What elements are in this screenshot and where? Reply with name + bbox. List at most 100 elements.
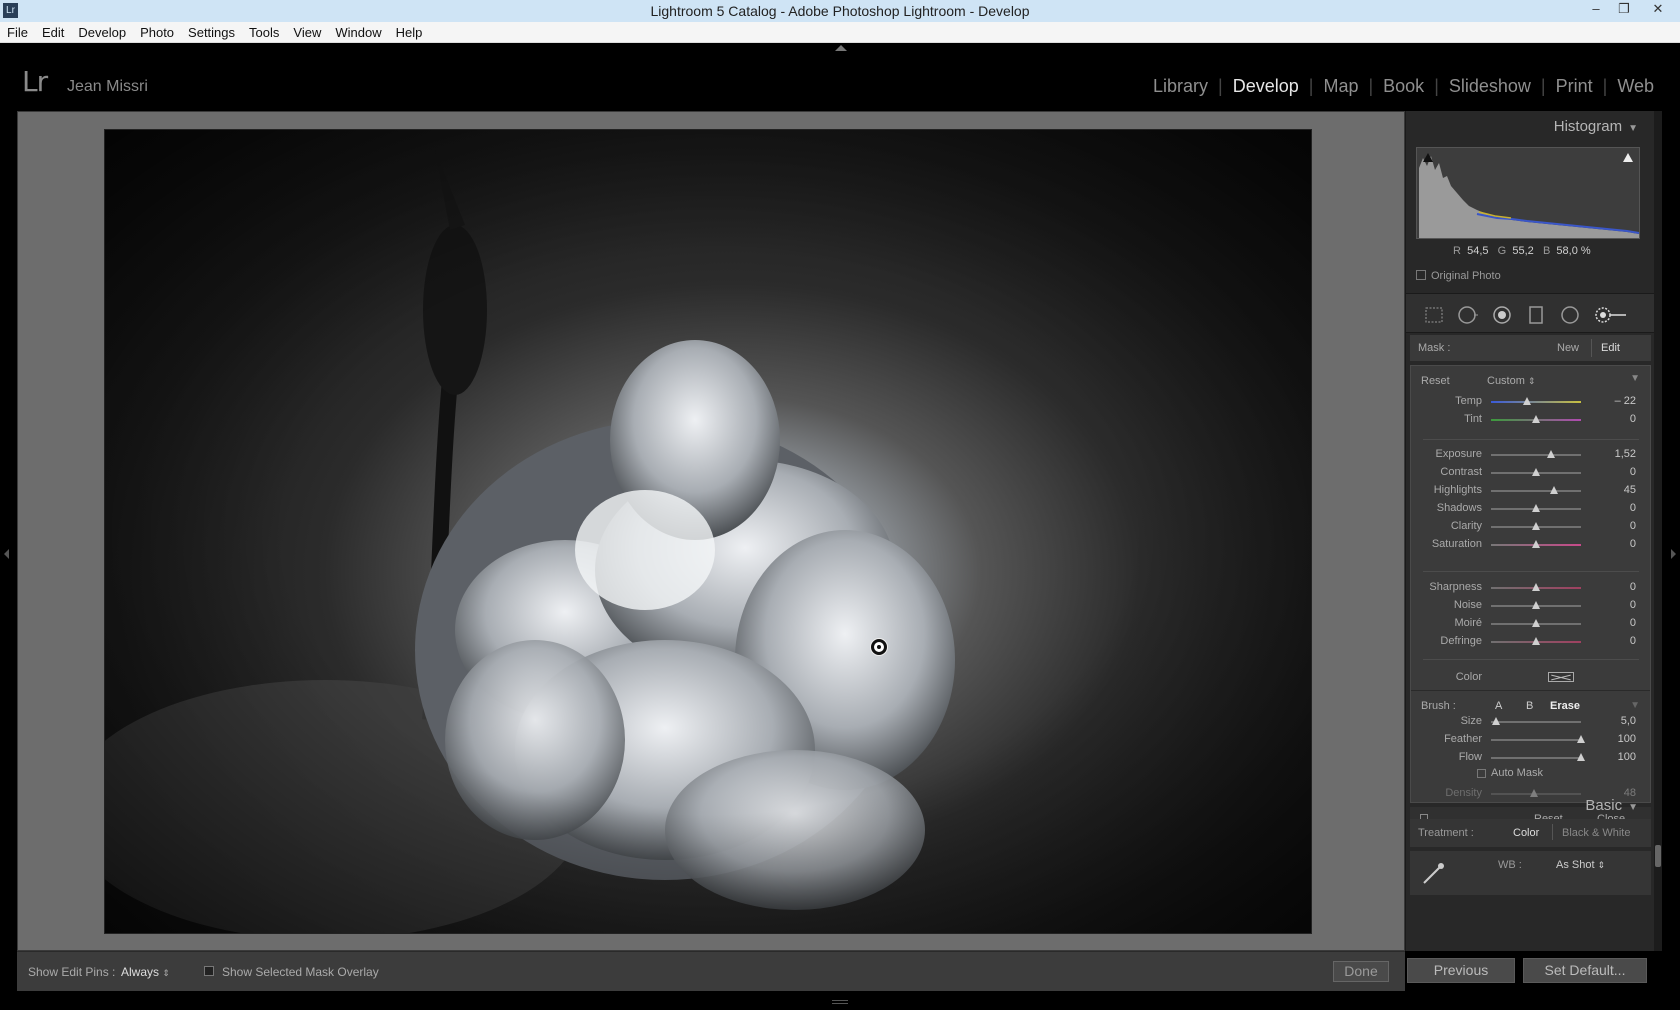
temp-slider[interactable]: Temp – 22 xyxy=(1411,395,1650,409)
saturation-slider[interactable]: Saturation 0 xyxy=(1411,538,1650,552)
auto-mask-checkbox[interactable] xyxy=(1477,769,1486,778)
slider-knob-icon[interactable] xyxy=(1532,468,1540,476)
previous-button[interactable]: Previous xyxy=(1407,958,1515,983)
graduated-filter-icon[interactable] xyxy=(1526,305,1546,325)
wb-eyedropper-icon[interactable] xyxy=(1420,859,1448,887)
color-swatch-icon[interactable] xyxy=(1548,672,1574,682)
module-map[interactable]: Map xyxy=(1313,76,1368,97)
right-panel-scrollbar[interactable] xyxy=(1654,111,1662,951)
set-default-button[interactable]: Set Default... xyxy=(1523,958,1647,983)
flow-slider[interactable]: Flow 100 xyxy=(1411,751,1650,765)
shadow-clipping-icon[interactable] xyxy=(1423,153,1433,162)
done-button[interactable]: Done xyxy=(1333,961,1389,982)
slider-knob-icon[interactable] xyxy=(1532,504,1540,512)
photo-preview[interactable] xyxy=(104,129,1312,934)
left-panel-toggle-icon[interactable] xyxy=(4,549,9,559)
exposure-slider[interactable]: Exposure 1,52 xyxy=(1411,448,1650,462)
menu-view[interactable]: View xyxy=(286,22,328,40)
shadows-value[interactable]: 0 xyxy=(1630,502,1636,514)
red-eye-correction-icon[interactable] xyxy=(1492,305,1512,325)
moir-value[interactable]: 0 xyxy=(1630,617,1636,629)
slider-knob-icon[interactable] xyxy=(1547,450,1556,458)
brush-erase-button[interactable]: Erase xyxy=(1550,700,1580,712)
module-print[interactable]: Print xyxy=(1546,76,1603,97)
moir-slider[interactable]: Moiré 0 xyxy=(1411,617,1650,631)
radial-filter-icon[interactable] xyxy=(1560,305,1580,325)
slider-knob-icon[interactable] xyxy=(1532,583,1540,591)
slider-knob-icon[interactable] xyxy=(1577,735,1585,743)
slider-knob-icon[interactable] xyxy=(1577,753,1585,761)
adjustment-brush-icon[interactable] xyxy=(1594,305,1628,325)
restore-icon[interactable]: ❐ xyxy=(1610,1,1638,21)
menu-file[interactable]: File xyxy=(0,22,35,40)
slider-track[interactable] xyxy=(1491,490,1581,492)
scrollbar-thumb[interactable] xyxy=(1655,845,1661,867)
basic-header[interactable]: Basic ▼ xyxy=(1585,797,1638,814)
slider-track[interactable] xyxy=(1491,401,1581,403)
highlight-clipping-icon[interactable] xyxy=(1623,153,1633,162)
collapse-triangle-icon[interactable]: ▼ xyxy=(1628,123,1638,134)
collapse-triangle-icon[interactable]: ▼ xyxy=(1630,373,1640,384)
original-photo-toggle[interactable]: Original Photo xyxy=(1416,270,1501,282)
slider-knob-icon[interactable] xyxy=(1550,486,1558,494)
feather-value[interactable]: 100 xyxy=(1618,733,1636,745)
highlights-slider[interactable]: Highlights 45 xyxy=(1411,484,1650,498)
edit-pin-icon[interactable] xyxy=(871,639,887,655)
tint-value[interactable]: 0 xyxy=(1630,413,1636,425)
menu-help[interactable]: Help xyxy=(389,22,430,40)
close-icon[interactable]: ✕ xyxy=(1644,1,1672,21)
clarity-slider[interactable]: Clarity 0 xyxy=(1411,520,1650,534)
module-develop[interactable]: Develop xyxy=(1223,76,1309,97)
histogram-header[interactable]: Histogram ▼ xyxy=(1554,118,1638,135)
feather-slider[interactable]: Feather 100 xyxy=(1411,733,1650,747)
minimize-icon[interactable]: – xyxy=(1582,1,1610,21)
defringe-value[interactable]: 0 xyxy=(1630,635,1636,647)
sharpness-value[interactable]: 0 xyxy=(1630,581,1636,593)
menu-edit[interactable]: Edit xyxy=(35,22,71,40)
top-panel-toggle-icon[interactable] xyxy=(835,45,847,51)
slider-track[interactable] xyxy=(1491,721,1581,723)
wb-select[interactable]: As Shot ⇕ xyxy=(1556,859,1605,871)
slider-track[interactable] xyxy=(1491,739,1581,741)
brush-a-button[interactable]: A xyxy=(1495,700,1502,712)
slider-track[interactable] xyxy=(1491,454,1581,456)
noise-slider[interactable]: Noise 0 xyxy=(1411,599,1650,613)
slider-knob-icon[interactable] xyxy=(1532,415,1540,423)
brush-b-button[interactable]: B xyxy=(1526,700,1533,712)
saturation-value[interactable]: 0 xyxy=(1630,538,1636,550)
filmstrip-toggle-icon[interactable] xyxy=(832,1000,848,1004)
slider-knob-icon[interactable] xyxy=(1532,619,1540,627)
slider-knob-icon[interactable] xyxy=(1530,789,1539,797)
flow-value[interactable]: 100 xyxy=(1618,751,1636,763)
effect-reset-button[interactable]: Reset xyxy=(1421,375,1450,387)
histogram-graph[interactable] xyxy=(1416,147,1640,239)
treatment-color-button[interactable]: Color xyxy=(1513,827,1539,839)
contrast-value[interactable]: 0 xyxy=(1630,466,1636,478)
image-work-area[interactable] xyxy=(17,111,1405,951)
slider-knob-icon[interactable] xyxy=(1491,717,1500,725)
highlights-value[interactable]: 45 xyxy=(1624,484,1636,496)
mask-overlay-checkbox[interactable] xyxy=(204,966,214,976)
size-slider[interactable]: Size 5,0 xyxy=(1411,715,1650,729)
slider-knob-icon[interactable] xyxy=(1532,637,1540,645)
noise-value[interactable]: 0 xyxy=(1630,599,1636,611)
show-edit-pins-select[interactable]: Always ⇕ xyxy=(121,965,170,979)
menu-settings[interactable]: Settings xyxy=(181,22,242,40)
slider-knob-icon[interactable] xyxy=(1532,522,1540,530)
mask-new-button[interactable]: New xyxy=(1557,342,1579,354)
module-slideshow[interactable]: Slideshow xyxy=(1439,76,1541,97)
menu-window[interactable]: Window xyxy=(328,22,388,40)
sharpness-slider[interactable]: Sharpness 0 xyxy=(1411,581,1650,595)
slider-track[interactable] xyxy=(1491,757,1581,759)
shadows-slider[interactable]: Shadows 0 xyxy=(1411,502,1650,516)
effect-preset-select[interactable]: Custom ⇕ xyxy=(1487,375,1536,387)
slider-knob-icon[interactable] xyxy=(1523,397,1531,405)
original-photo-checkbox[interactable] xyxy=(1416,270,1426,280)
module-web[interactable]: Web xyxy=(1607,76,1664,97)
contrast-slider[interactable]: Contrast 0 xyxy=(1411,466,1650,480)
collapse-triangle-icon[interactable]: ▼ xyxy=(1630,700,1640,711)
exposure-value[interactable]: 1,52 xyxy=(1615,448,1636,460)
module-book[interactable]: Book xyxy=(1373,76,1434,97)
right-panel-toggle-icon[interactable] xyxy=(1671,549,1676,559)
mask-edit-button[interactable]: Edit xyxy=(1601,342,1620,354)
